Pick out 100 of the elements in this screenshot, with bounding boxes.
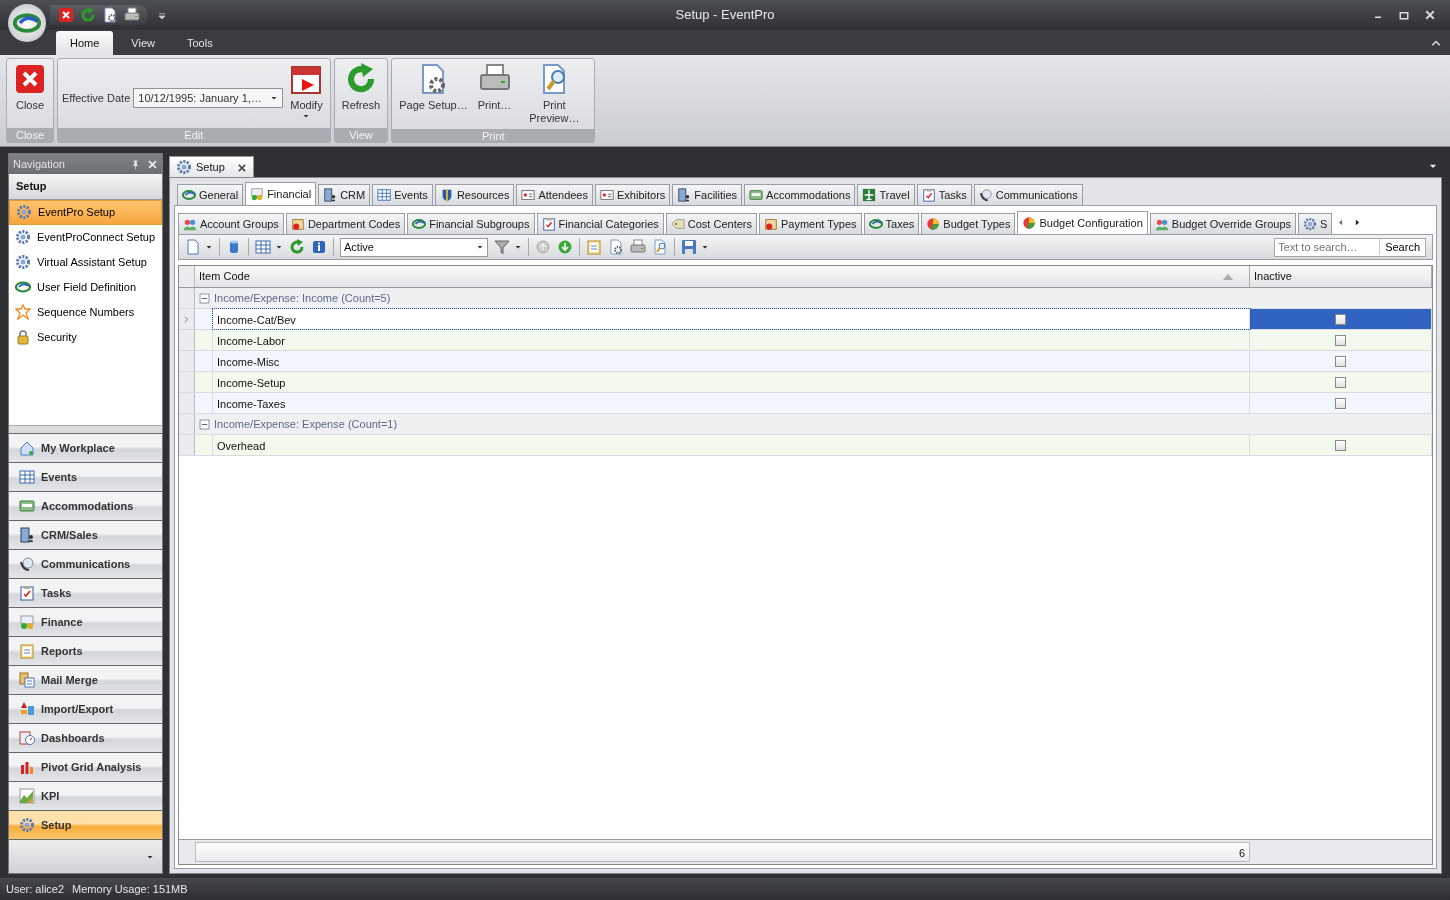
filter-dropdown[interactable]: Active [340,237,488,257]
module-button[interactable]: Tasks [9,578,162,607]
status-memory: Memory Usage: 151MB [72,881,188,897]
building-icon [677,188,692,202]
date-dropdown[interactable]: 10/12/1995: January 1,… [133,88,284,108]
caret-icon[interactable] [514,243,522,251]
tab[interactable]: CRM [318,184,371,205]
gauge-icon [19,730,35,746]
caret-icon[interactable] [275,243,283,251]
checkbox[interactable] [1335,313,1346,325]
module-button[interactable]: KPI [9,781,162,810]
collapse-icon[interactable] [199,418,210,430]
tab[interactable]: Exhibitors [595,184,671,205]
magnifier-page-icon[interactable] [652,239,668,255]
module-button[interactable]: Setup [9,810,162,839]
module-button[interactable]: Events [9,462,162,491]
checkbox[interactable] [1335,397,1346,409]
grid-row[interactable]: Income-Labor [179,330,1432,351]
checkbox[interactable] [1335,334,1346,346]
module-button[interactable]: My Workplace [9,433,162,462]
collapse-icon[interactable] [199,292,210,304]
tab[interactable]: Events [372,184,433,205]
tab[interactable]: Attendees [516,184,593,205]
tab[interactable]: Financial Categories [536,213,664,234]
module-button[interactable]: Dashboards [9,723,162,752]
printer-icon[interactable] [124,7,140,23]
ribbon-button[interactable]: Print Preview… [518,62,591,126]
grid-row[interactable]: Income-Cat/Bev [179,309,1432,330]
ribbon-tab[interactable]: Tools [173,30,227,55]
table-cell: Overhead [213,435,1250,455]
sort-ascending-icon [1223,272,1233,281]
module-button[interactable]: Accommodations [9,491,162,520]
close-icon[interactable] [236,162,247,173]
module-button[interactable]: Import/Export [9,694,162,723]
tab[interactable]: Financial [245,182,317,205]
tab[interactable]: Taxes [863,213,920,234]
checkbox[interactable] [1335,376,1346,388]
tab[interactable]: General [177,184,244,205]
tab[interactable]: Department Codes [285,213,406,234]
close-icon[interactable] [58,7,74,23]
tab[interactable]: Financial Subgroups [407,213,535,234]
refresh-icon[interactable] [289,239,305,255]
module-button[interactable]: Mail Merge [9,665,162,694]
module-button[interactable]: Communications [9,549,162,578]
ribbon-button[interactable]: Refresh [338,62,384,113]
app-logo[interactable] [8,4,46,42]
building-icon [323,188,338,202]
checkbox[interactable] [1335,439,1346,451]
nav-item[interactable]: Security [9,324,162,350]
column-header[interactable]: Item Code [195,266,1250,287]
tab[interactable]: Budget Types [921,213,1016,234]
ribbon-button[interactable]: Close [11,62,49,113]
nav-item[interactable]: Sequence Numbers [9,299,162,325]
tab[interactable]: Resources [434,184,515,205]
clipboard-icon[interactable] [586,239,602,255]
ribbon-tab[interactable]: Home [56,30,114,55]
tab[interactable]: S [1298,213,1333,234]
funnel-icon[interactable] [494,239,510,255]
refresh-icon[interactable] [80,7,96,23]
info-icon[interactable] [311,239,327,255]
tab[interactable]: Budget Configuration [1017,211,1148,234]
nav-item[interactable]: EventPro Setup [9,199,162,225]
ribbon-tab[interactable]: View [117,30,169,55]
tab[interactable]: Accommodations [744,184,856,205]
tab[interactable]: Tasks [916,184,972,205]
caret-icon[interactable] [701,243,709,251]
column-header[interactable]: Inactive [1250,266,1432,287]
module-button[interactable]: Pivot Grid Analysis [9,752,162,781]
people-icon [1154,217,1169,231]
module-button[interactable]: Finance [9,607,162,636]
page-gear-icon[interactable] [102,7,118,23]
tab[interactable]: Budget Override Groups [1149,213,1297,234]
splitter-grip[interactable] [9,425,162,433]
grid-row[interactable]: Income-Taxes [179,393,1432,414]
module-button[interactable]: CRM/Sales [9,520,162,549]
caret-icon[interactable] [205,243,213,251]
restore-icon[interactable] [1398,9,1410,21]
pin-icon[interactable] [130,158,141,170]
ribbon-button[interactable]: Page Setup… [396,62,471,113]
download-icon[interactable] [557,239,573,255]
module-button[interactable]: Reports [9,636,162,665]
grid-row[interactable]: Income-Misc [179,351,1432,372]
nav-item[interactable]: User Field Definition [9,274,162,300]
tab[interactable]: Facilities [672,184,743,205]
search-field[interactable]: Text to search… Search [1274,237,1426,257]
tab[interactable]: Cost Centers [665,213,757,234]
tab[interactable]: Account Groups [178,213,284,234]
checkbox[interactable] [1335,355,1346,367]
nav-item[interactable]: Virtual Assistant Setup [9,249,162,275]
page-gear-icon[interactable] [608,239,624,255]
grid-row[interactable]: Overhead [179,435,1432,456]
tab[interactable]: Payment Types [759,213,862,234]
people-icon [183,217,197,231]
ribbon-button[interactable]: Print… [474,62,515,113]
document-tab[interactable]: Setup [169,155,254,177]
grid-row[interactable]: Income-Setup [179,372,1432,393]
ribbon-button[interactable]: Modify [287,62,326,121]
tab[interactable]: Communications [973,184,1083,205]
tab[interactable]: Travel [857,184,915,205]
nav-item[interactable]: EventProConnect Setup [9,224,162,250]
